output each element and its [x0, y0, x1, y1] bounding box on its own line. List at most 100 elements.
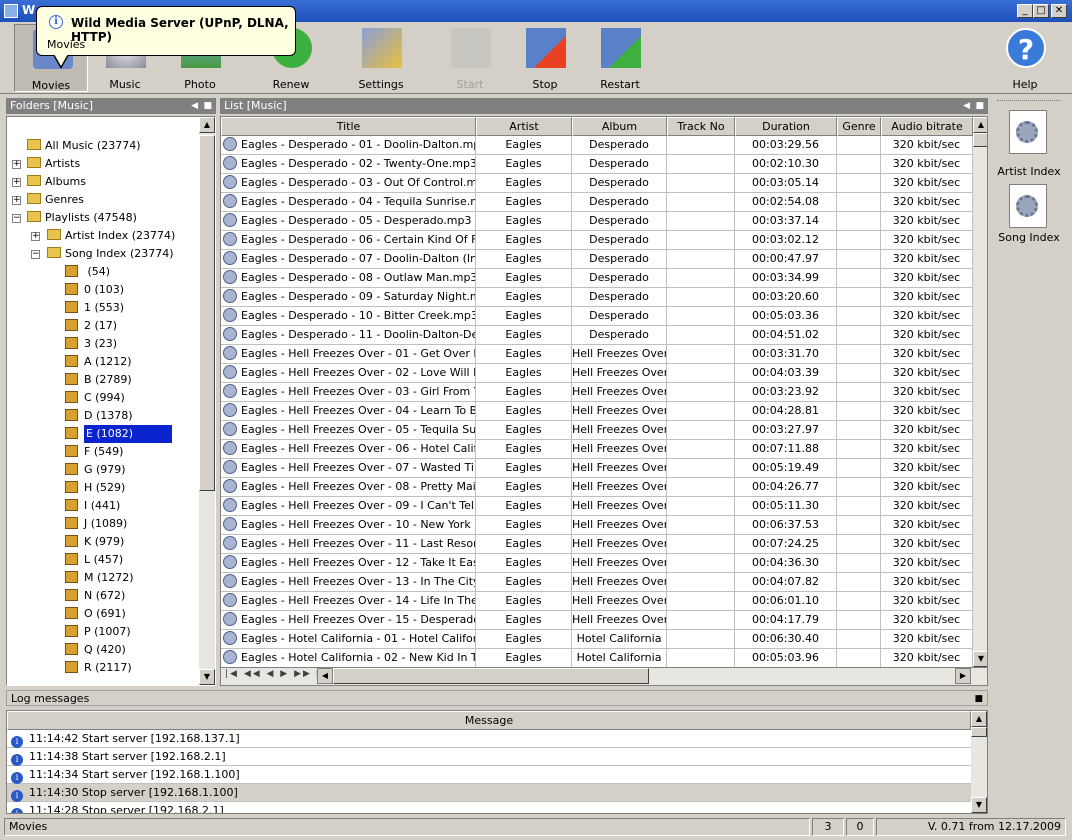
table-row[interactable]: Eagles - Hell Freezes Over - 12 - Take I…	[221, 554, 973, 573]
toolbar-button-settings[interactable]: Settings	[344, 24, 418, 92]
song-index-button[interactable]: Song Index	[993, 180, 1065, 250]
log-row[interactable]: i 11:14:38 Start server [192.168.2.1]	[7, 748, 971, 766]
column-header-message[interactable]: Message	[7, 711, 971, 730]
expand-icon[interactable]: +	[31, 232, 40, 241]
tree-node-letter[interactable]: 3 (23)	[65, 335, 117, 353]
tree-node-letter[interactable]: F (549)	[65, 443, 123, 461]
table-row[interactable]: Eagles - Hell Freezes Over - 05 - Tequil…	[221, 421, 973, 440]
scroll-up-icon[interactable]: ▲	[971, 711, 987, 727]
table-row[interactable]: Eagles - Hell Freezes Over - 07 - Wasted…	[221, 459, 973, 478]
tree-node-playlists[interactable]: Playlists (47548)	[27, 209, 137, 227]
tree-node-letter[interactable]: H (529)	[65, 479, 125, 497]
tree-node-letter[interactable]: K (979)	[65, 533, 124, 551]
expand-icon[interactable]: +	[12, 160, 21, 169]
tree-node-letter[interactable]: (54)	[65, 263, 110, 281]
table-row[interactable]: Eagles - Hell Freezes Over - 15 - Desper…	[221, 611, 973, 630]
log-row[interactable]: i 11:14:42 Start server [192.168.137.1]	[7, 730, 971, 748]
column-header-track-no[interactable]: Track No	[667, 117, 735, 136]
horizontal-scroll-thumb[interactable]	[333, 668, 649, 684]
table-row[interactable]: Eagles - Hell Freezes Over - 13 - In The…	[221, 573, 973, 592]
table-row[interactable]: Eagles - Hell Freezes Over - 06 - Hotel …	[221, 440, 973, 459]
scroll-down-icon[interactable]: ▼	[973, 651, 987, 667]
pin-icon[interactable]: ■	[203, 98, 212, 114]
tree-node-letter[interactable]: O (691)	[65, 605, 126, 623]
toolbar-button-start[interactable]: Start	[433, 24, 507, 92]
table-row[interactable]: Eagles - Hell Freezes Over - 09 - I Can'…	[221, 497, 973, 516]
table-row[interactable]: Eagles - Desperado - 07 - Doolin-Dalton …	[221, 250, 973, 269]
scroll-thumb[interactable]	[971, 727, 987, 737]
log-row[interactable]: i 11:14:34 Start server [192.168.1.100]	[7, 766, 971, 784]
scroll-down-icon[interactable]: ▼	[971, 797, 987, 813]
log-row[interactable]: i 11:14:28 Stop server [192.168.2.1]	[7, 802, 971, 813]
scroll-thumb[interactable]	[199, 135, 215, 491]
column-header-genre[interactable]: Genre	[837, 117, 881, 136]
maximize-button[interactable]: □	[1033, 4, 1049, 18]
collapse-icon[interactable]: −	[31, 250, 40, 259]
tree-node-letter[interactable]: N (672)	[65, 587, 125, 605]
tree-node-genres[interactable]: Genres	[27, 191, 84, 209]
tree-node-letter[interactable]: J (1089)	[65, 515, 127, 533]
scroll-right-icon[interactable]: ▶	[955, 668, 971, 684]
table-row[interactable]: Eagles - Hell Freezes Over - 11 - Last R…	[221, 535, 973, 554]
log-row-selected[interactable]: i 11:14:30 Stop server [192.168.1.100]	[7, 784, 971, 802]
tree-node-letter[interactable]: L (457)	[65, 551, 123, 569]
close-button[interactable]: ✕	[1051, 4, 1067, 18]
table-row[interactable]: Eagles - Hell Freezes Over - 04 - Learn …	[221, 402, 973, 421]
record-navigation-buttons[interactable]: |◀ ◀◀ ◀ ▶ ▶▶ ▶|	[225, 669, 331, 679]
column-header-audio-bitrate[interactable]: Audio bitrate	[881, 117, 973, 136]
minimize-button[interactable]: _	[1017, 4, 1033, 18]
table-row[interactable]: Eagles - Hell Freezes Over - 03 - Girl F…	[221, 383, 973, 402]
tree-node-letter[interactable]: 2 (17)	[65, 317, 117, 335]
tree-node-letter[interactable]: D (1378)	[65, 407, 133, 425]
table-row[interactable]: Eagles - Hell Freezes Over - 02 - Love W…	[221, 364, 973, 383]
scroll-thumb[interactable]	[973, 133, 987, 147]
column-header-album[interactable]: Album	[572, 117, 667, 136]
table-row[interactable]: Eagles - Desperado - 03 - Out Of Control…	[221, 174, 973, 193]
tree-node-letter[interactable]: G (979)	[65, 461, 126, 479]
table-row[interactable]: Eagles - Desperado - 01 - Doolin-Dalton.…	[221, 136, 973, 155]
expand-icon[interactable]: +	[12, 196, 21, 205]
tree-node-song-index[interactable]: Song Index (23774)	[47, 245, 174, 263]
column-header-title[interactable]: Title	[221, 117, 476, 136]
tree-node-letter[interactable]: 0 (103)	[65, 281, 124, 299]
scroll-down-icon[interactable]: ▼	[199, 669, 215, 685]
table-row[interactable]: Eagles - Desperado - 05 - Desperado.mp3 E…	[221, 212, 973, 231]
table-row[interactable]: Eagles - Hell Freezes Over - 10 - New Yo…	[221, 516, 973, 535]
tree-node-letter[interactable]: A (1212)	[65, 353, 132, 371]
table-row[interactable]: Eagles - Desperado - 09 - Saturday Night…	[221, 288, 973, 307]
tree-node-letter[interactable]: C (994)	[65, 389, 125, 407]
scroll-up-icon[interactable]: ▲	[199, 117, 215, 133]
table-row[interactable]: Eagles - Hell Freezes Over - 14 - Life I…	[221, 592, 973, 611]
toolbar-button-restart[interactable]: Restart	[583, 24, 657, 92]
table-row[interactable]: Eagles - Hell Freezes Over - 08 - Pretty…	[221, 478, 973, 497]
scroll-left-icon[interactable]: ◀	[317, 668, 333, 684]
toolbar-button-help[interactable]: ? Help	[988, 24, 1062, 92]
tree-node-letter[interactable]: B (2789)	[65, 371, 132, 389]
list-scrollbar[interactable]: ▲ ▼	[973, 117, 987, 667]
panel-arrow-icon[interactable]: ◀	[191, 98, 198, 114]
table-row[interactable]: Eagles - Desperado - 10 - Bitter Creek.m…	[221, 307, 973, 326]
tree-node-letter[interactable]: 1 (553)	[65, 299, 124, 317]
table-row[interactable]: Eagles - Desperado - 08 - Outlaw Man.mp3…	[221, 269, 973, 288]
table-row[interactable]: Eagles - Desperado - 06 - Certain Kind O…	[221, 231, 973, 250]
tree-node-letter[interactable]: M (1272)	[65, 569, 134, 587]
table-row[interactable]: Eagles - Desperado - 02 - Twenty-One.mp3…	[221, 155, 973, 174]
tree-scrollbar[interactable]: ▲ ▼	[199, 117, 215, 685]
pin-icon[interactable]: ■	[974, 691, 983, 707]
column-header-duration[interactable]: Duration	[735, 117, 837, 136]
collapse-icon[interactable]: −	[12, 214, 21, 223]
tree-node-letter-selected[interactable]: E (1082)	[65, 425, 172, 443]
column-header-artist[interactable]: Artist	[476, 117, 572, 136]
tree-node-albums[interactable]: Albums	[27, 173, 86, 191]
toolbar-button-stop[interactable]: Stop	[508, 24, 582, 92]
tree-node-letter[interactable]: P (1007)	[65, 623, 131, 641]
scroll-up-icon[interactable]: ▲	[973, 117, 987, 133]
tree-node-all-music[interactable]: All Music (23774)	[27, 137, 141, 155]
tree-node-letter[interactable]: R (2117)	[65, 659, 132, 677]
tree-node-artist-index[interactable]: Artist Index (23774)	[47, 227, 175, 245]
table-row[interactable]: Eagles - Desperado - 04 - Tequila Sunris…	[221, 193, 973, 212]
pin-icon[interactable]: ■	[975, 98, 984, 114]
tree-node-artists[interactable]: Artists	[27, 155, 80, 173]
artist-index-button[interactable]: Artist Index	[993, 106, 1065, 178]
table-row[interactable]: Eagles - Hell Freezes Over - 01 - Get Ov…	[221, 345, 973, 364]
